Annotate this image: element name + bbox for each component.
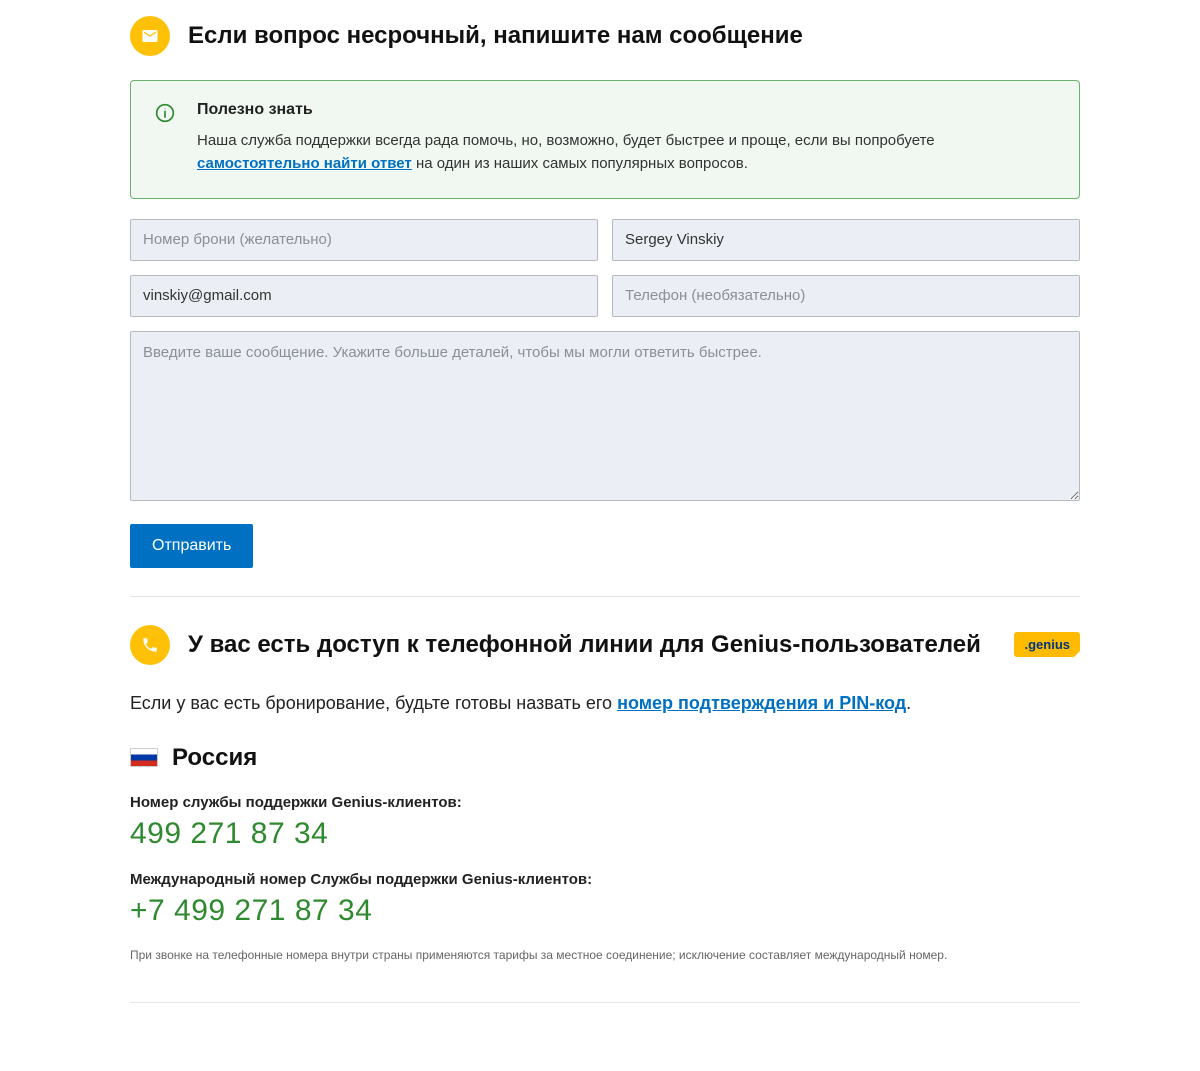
message-section: Если вопрос несрочный, напишите нам сооб… — [130, 16, 1080, 568]
genius-badge: .genius — [1014, 632, 1080, 657]
intl-phone-label: Международный номер Службы поддержки Gen… — [130, 871, 1080, 888]
mail-icon — [130, 16, 170, 56]
message-textarea[interactable] — [130, 331, 1080, 501]
info-icon — [155, 103, 175, 123]
domestic-phone-label: Номер службы поддержки Genius-клиентов: — [130, 794, 1080, 811]
submit-button[interactable]: Отправить — [130, 524, 253, 568]
self-help-link[interactable]: самостоятельно найти ответ — [197, 155, 412, 172]
info-box: Полезно знать Наша служба поддержки всег… — [130, 80, 1080, 199]
intl-phone-number: +7 499 271 87 34 — [130, 894, 1080, 928]
info-content: Полезно знать Наша служба поддержки всег… — [197, 101, 1055, 176]
message-section-header: Если вопрос несрочный, напишите нам сооб… — [130, 16, 1080, 56]
phone-icon — [130, 625, 170, 665]
info-title: Полезно знать — [197, 101, 1055, 119]
info-text-before: Наша служба поддержки всегда рада помочь… — [197, 132, 935, 149]
phone-lead-text: Если у вас есть бронирование, будьте гот… — [130, 693, 1080, 714]
pin-link[interactable]: номер подтверждения и PIN-код — [617, 693, 906, 713]
form-row-1 — [130, 219, 1080, 261]
info-text: Наша служба поддержки всегда рада помочь… — [197, 129, 1055, 176]
phone-section: У вас есть доступ к телефонной линии для… — [130, 625, 1080, 1003]
domestic-phone-number: 499 271 87 34 — [130, 817, 1080, 851]
info-text-after: на один из наших самых популярных вопрос… — [412, 155, 748, 172]
phone-input[interactable] — [612, 275, 1080, 317]
bottom-divider — [130, 1002, 1080, 1003]
phone-disclaimer: При звонке на телефонные номера внутри с… — [130, 948, 1080, 962]
message-heading: Если вопрос несрочный, напишите нам сооб… — [188, 22, 803, 50]
phone-section-header: У вас есть доступ к телефонной линии для… — [130, 625, 1080, 665]
intl-phone-block: Международный номер Службы поддержки Gen… — [130, 871, 1080, 928]
lead-before: Если у вас есть бронирование, будьте гот… — [130, 693, 617, 713]
email-input[interactable] — [130, 275, 598, 317]
phone-heading: У вас есть доступ к телефонной линии для… — [188, 631, 996, 659]
name-input[interactable] — [612, 219, 1080, 261]
domestic-phone-block: Номер службы поддержки Genius-клиентов: … — [130, 794, 1080, 851]
flag-russia-icon — [130, 748, 158, 767]
country-name: Россия — [172, 744, 257, 772]
lead-after: . — [906, 693, 911, 713]
booking-number-input[interactable] — [130, 219, 598, 261]
country-header: Россия — [130, 744, 1080, 772]
section-divider — [130, 596, 1080, 597]
form-row-2 — [130, 275, 1080, 317]
